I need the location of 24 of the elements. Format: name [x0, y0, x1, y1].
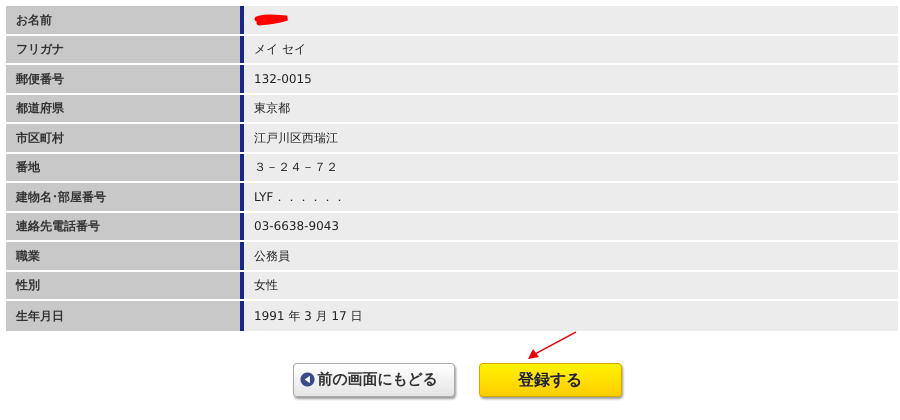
field-label: 連絡先電話番号 [6, 212, 240, 240]
annotation-arrow [528, 331, 576, 359]
value-cell: 東京都 [240, 94, 898, 122]
field-label: 郵便番号 [6, 65, 240, 92]
value-cell: 公務員 [240, 242, 898, 270]
value-cell: ３－２４－７２ [240, 154, 898, 181]
field-label: 番地 [6, 154, 240, 181]
register-button[interactable]: 登録する [478, 362, 622, 396]
field-label: 生年月日 [6, 301, 240, 330]
field-label: 性別 [6, 272, 240, 299]
value-cell: 03-6638-9043 [240, 212, 898, 240]
value-cell: 132-0015 [240, 65, 898, 92]
field-label: 都道府県 [6, 94, 240, 122]
field-label: 建物名･部屋番号 [6, 183, 240, 210]
value-cell: メイ セイ [240, 36, 898, 63]
field-label: 職業 [6, 242, 240, 270]
back-button[interactable]: 前の画面にもどる [292, 362, 454, 396]
value-cell: 江戸川区西瑞江 [240, 124, 898, 152]
field-label: フリガナ [6, 36, 240, 63]
value-cell: 女性 [240, 272, 898, 299]
value-cell: LYF．．．．．． [240, 183, 898, 210]
field-label: お名前 [6, 6, 240, 34]
value-cell: 1991 年 3 月 17 日 [240, 301, 898, 330]
field-label: 市区町村 [6, 124, 240, 152]
